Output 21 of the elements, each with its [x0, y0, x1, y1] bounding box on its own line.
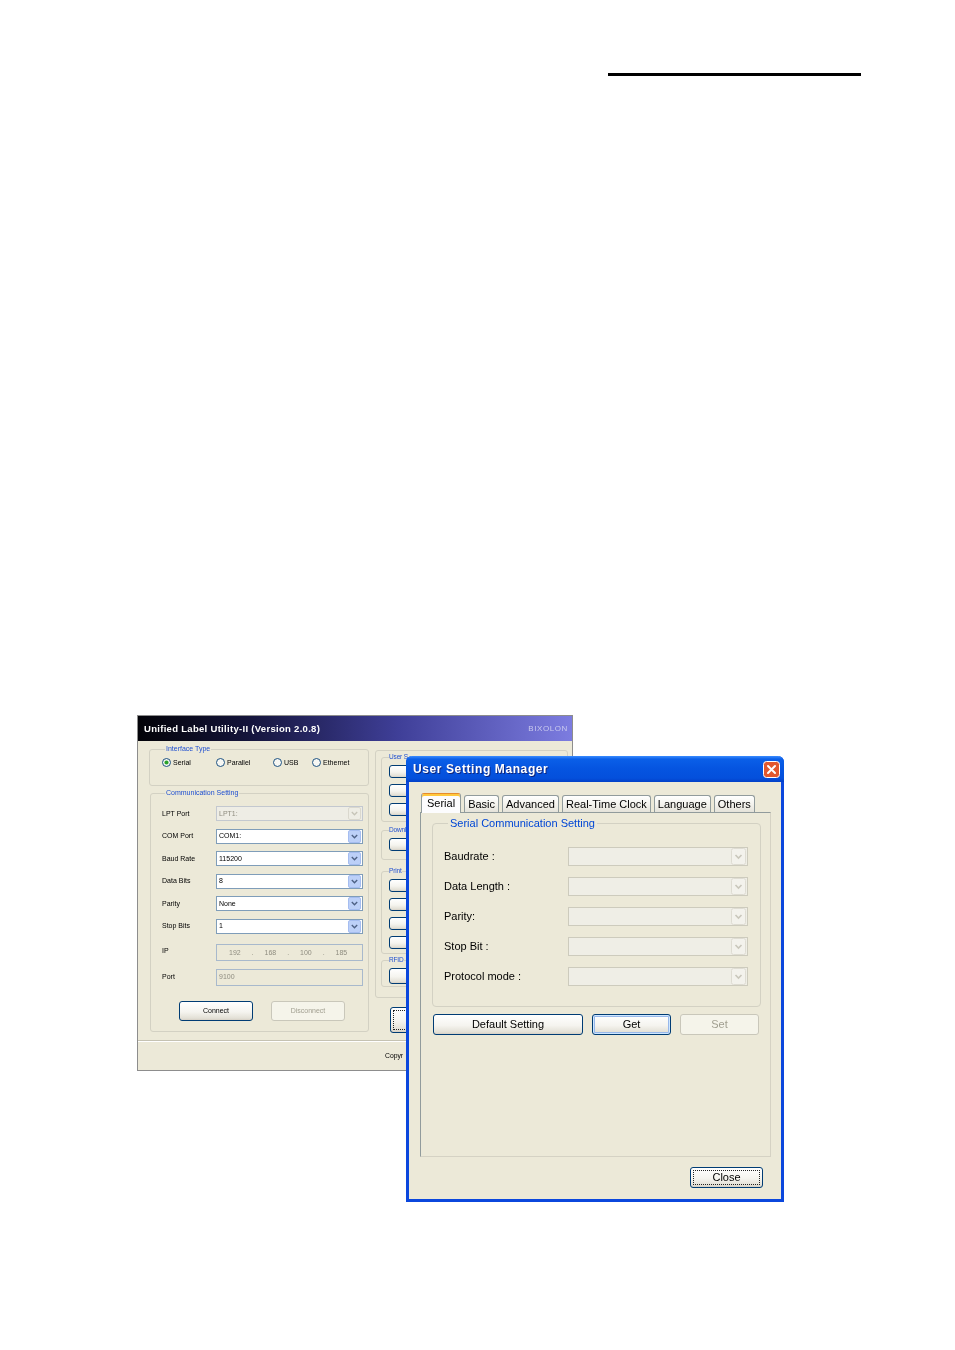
get-button[interactable]: Get [592, 1014, 671, 1035]
push-button[interactable] [389, 968, 409, 984]
window-title: User Setting Manager [413, 762, 549, 776]
window-close-button[interactable] [763, 760, 780, 778]
brand-name: BIXOLON [528, 723, 568, 734]
field-label: Data Length : [444, 880, 512, 893]
tab[interactable]: Others [713, 795, 755, 812]
close-icon [763, 760, 780, 778]
field-label: Parity: [444, 910, 477, 923]
window-title: Unified Label Utility-II (Version 2.0.8) [144, 723, 321, 734]
field-label: Stop Bit : [444, 940, 490, 953]
group-label: Serial Communication Setting [449, 817, 596, 830]
tab[interactable]: Advanced [502, 795, 559, 812]
default-setting-button[interactable]: Default Setting [433, 1014, 583, 1035]
close-button[interactable]: Close [690, 1167, 763, 1188]
tab[interactable]: Basic [464, 795, 500, 812]
field-label: Protocol mode : [444, 970, 523, 983]
field-label: Baudrate : [444, 850, 496, 863]
tab[interactable]: Language [653, 795, 711, 812]
tab[interactable]: Real-Time Clock [561, 795, 651, 812]
tab[interactable]: Serial [421, 793, 462, 813]
